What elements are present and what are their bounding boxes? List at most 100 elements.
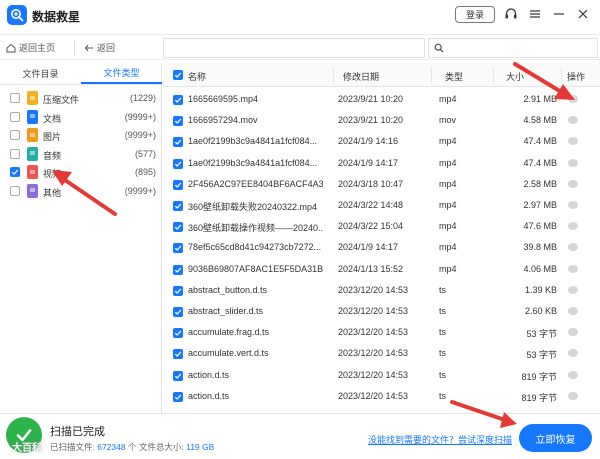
close-icon[interactable] <box>575 6 591 22</box>
headset-icon[interactable] <box>503 6 519 22</box>
header-divider <box>333 67 334 83</box>
row-checkbox[interactable] <box>173 307 183 317</box>
row-checkbox[interactable] <box>173 349 183 360</box>
preview-eye-icon[interactable] <box>568 370 578 379</box>
login-button[interactable]: 登录 <box>455 6 495 23</box>
file-date: 2023/12/20 14:53 <box>338 390 409 401</box>
table-row[interactable]: 1665669595.mp4 2023/9/21 10:20 mp4 2.91 MB <box>163 89 600 110</box>
file-name: accumulate.frag.d.ts <box>188 327 270 338</box>
select-all-checkbox[interactable] <box>173 70 183 80</box>
file-type-item[interactable]: 视频 (895) <box>0 163 162 182</box>
file-type: mp4 <box>439 221 457 232</box>
row-checkbox[interactable] <box>173 116 183 127</box>
back-to-home-button[interactable]: 返回主页 <box>6 41 55 54</box>
path-input[interactable] <box>163 38 425 58</box>
status-bar: 大百科 扫描已完成 已扫描文件: 672348 个 文件总大小: 119 GB … <box>0 413 600 459</box>
scan-summary: 已扫描文件: 672348 个 文件总大小: 119 GB <box>50 441 214 453</box>
preview-eye-icon[interactable] <box>568 179 578 188</box>
table-row[interactable]: 1666957294.mov 2023/9/21 10:20 mov 4.58 MB <box>163 110 600 131</box>
preview-eye-icon[interactable] <box>568 285 578 294</box>
file-type-checkbox[interactable] <box>10 167 20 177</box>
row-checkbox[interactable] <box>173 370 183 381</box>
preview-eye-icon[interactable] <box>568 349 578 358</box>
file-date: 2023/12/20 14:53 <box>338 327 409 338</box>
table-row[interactable]: 1ae0f2199b3c9a4841a1fcf084... 2024/1/9 14… <box>163 153 600 174</box>
file-date: 2024/1/9 14:16 <box>338 136 399 147</box>
file-type-item[interactable]: 图片 (9999+) <box>0 126 162 145</box>
row-checkbox[interactable] <box>173 179 183 190</box>
file-type-checkbox[interactable] <box>10 93 20 103</box>
app-title: 数据救星 <box>32 10 81 24</box>
row-checkbox[interactable] <box>173 222 183 233</box>
file-size: 2.91 MB <box>523 94 557 104</box>
file-name: 360壁纸卸载操作视频——20240... <box>188 223 323 234</box>
table-row[interactable]: abstract_slider.d.ts 2023/12/20 14:53 ts 2.… <box>163 301 600 322</box>
row-checkbox[interactable] <box>173 243 183 254</box>
row-checkbox[interactable] <box>173 137 183 148</box>
file-type-checkbox[interactable] <box>10 185 20 196</box>
table-row[interactable]: 360壁纸卸载操作视频——20240... 2024/3/22 15:04 mp4 4… <box>163 216 600 237</box>
file-type-item[interactable]: 其他 (9999+) <box>0 182 162 201</box>
table-row[interactable]: 9036B69807AF8AC1E5F5DA31B... 2024/1/13 15… <box>163 259 600 280</box>
app-logo-icon <box>7 5 27 25</box>
table-row[interactable]: 1ae0f2199b3c9a4841a1fcf084... 2024/1/9 14… <box>163 131 600 152</box>
file-size: 2.97 MB <box>523 200 557 210</box>
menu-icon[interactable] <box>527 6 543 22</box>
file-type-label: 音频 <box>43 150 62 161</box>
row-checkbox[interactable] <box>173 285 183 296</box>
file-type-item[interactable]: 文档 (9999+) <box>0 108 162 127</box>
row-checkbox[interactable] <box>173 264 183 275</box>
table-row[interactable]: 78ef5c65cd8d41c94273cb7272... 2024/1/9 14… <box>163 237 600 258</box>
file-type: mp4 <box>439 242 457 253</box>
row-checkbox[interactable] <box>173 95 183 105</box>
header-name[interactable]: 名称 <box>188 70 206 83</box>
preview-eye-icon[interactable] <box>568 158 578 167</box>
recover-now-button[interactable]: 立即恢复 <box>519 424 592 452</box>
file-type-checkbox[interactable] <box>10 111 20 122</box>
preview-eye-icon[interactable] <box>568 137 578 146</box>
row-checkbox[interactable] <box>173 391 183 402</box>
preview-eye-icon[interactable] <box>568 95 578 103</box>
header-size[interactable]: 大小 <box>506 70 524 83</box>
table-row[interactable]: abstract_button.d.ts 2023/12/20 14:53 ts 1.… <box>163 280 600 301</box>
file-type-item[interactable]: 音频 (577) <box>0 145 162 164</box>
search-input[interactable] <box>428 38 598 58</box>
file-type-item[interactable]: 压缩文件 (1229) <box>0 89 162 108</box>
tab-file-directory[interactable]: 文件目录 <box>0 63 81 84</box>
preview-eye-icon[interactable] <box>568 116 578 125</box>
preview-eye-icon[interactable] <box>568 264 578 273</box>
minimize-icon[interactable] <box>551 6 567 22</box>
file-type-icon <box>27 165 38 179</box>
row-checkbox[interactable] <box>173 328 183 339</box>
deep-scan-link[interactable]: 没能找到需要的文件？尝试深度扫描 <box>368 433 512 446</box>
size-label: 个 文件总大小: <box>128 442 184 452</box>
preview-eye-icon[interactable] <box>568 391 578 400</box>
file-size: 47.4 MB <box>523 136 557 147</box>
table-row[interactable]: accumulate.vert.d.ts 2023/12/20 14:53 ts 53… <box>163 343 600 364</box>
file-name: action.d.ts <box>188 390 230 401</box>
file-type-checkbox[interactable] <box>10 148 20 159</box>
table-row[interactable]: action.d.ts 2023/12/20 14:53 ts 819 字节 <box>163 365 600 386</box>
file-size: 47.6 MB <box>523 221 557 232</box>
header-type[interactable]: 类型 <box>445 70 463 83</box>
back-button[interactable]: 返回 <box>84 41 115 54</box>
file-type-checkbox[interactable] <box>10 130 20 140</box>
file-type-count: (9999+) <box>124 111 156 122</box>
header-divider <box>493 67 494 83</box>
file-size: 53 字节 <box>526 329 557 340</box>
table-row[interactable]: 2F456A2C97EE8404BF6ACF4A3... 2024/3/18 10… <box>163 174 600 195</box>
preview-eye-icon[interactable] <box>568 222 578 231</box>
tab-file-type[interactable]: 文件类型 <box>81 63 162 84</box>
table-row[interactable]: 360壁纸卸载失败20240322.mp4 2024/3/22 14:48 mp4 2… <box>163 195 600 216</box>
preview-eye-icon[interactable] <box>568 328 578 337</box>
file-date: 2024/1/13 15:52 <box>338 263 404 274</box>
table-row[interactable]: action.d.ts 2023/12/20 14:53 ts 819 字节 <box>163 386 600 407</box>
row-checkbox[interactable] <box>173 201 183 211</box>
preview-eye-icon[interactable] <box>568 307 578 315</box>
file-type-count: (9999+) <box>124 130 156 140</box>
header-date[interactable]: 修改日期 <box>343 70 379 83</box>
table-row[interactable]: accumulate.frag.d.ts 2023/12/20 14:53 ts 53… <box>163 322 600 343</box>
row-checkbox[interactable] <box>173 158 183 169</box>
preview-eye-icon[interactable] <box>568 201 578 209</box>
preview-eye-icon[interactable] <box>568 243 578 252</box>
